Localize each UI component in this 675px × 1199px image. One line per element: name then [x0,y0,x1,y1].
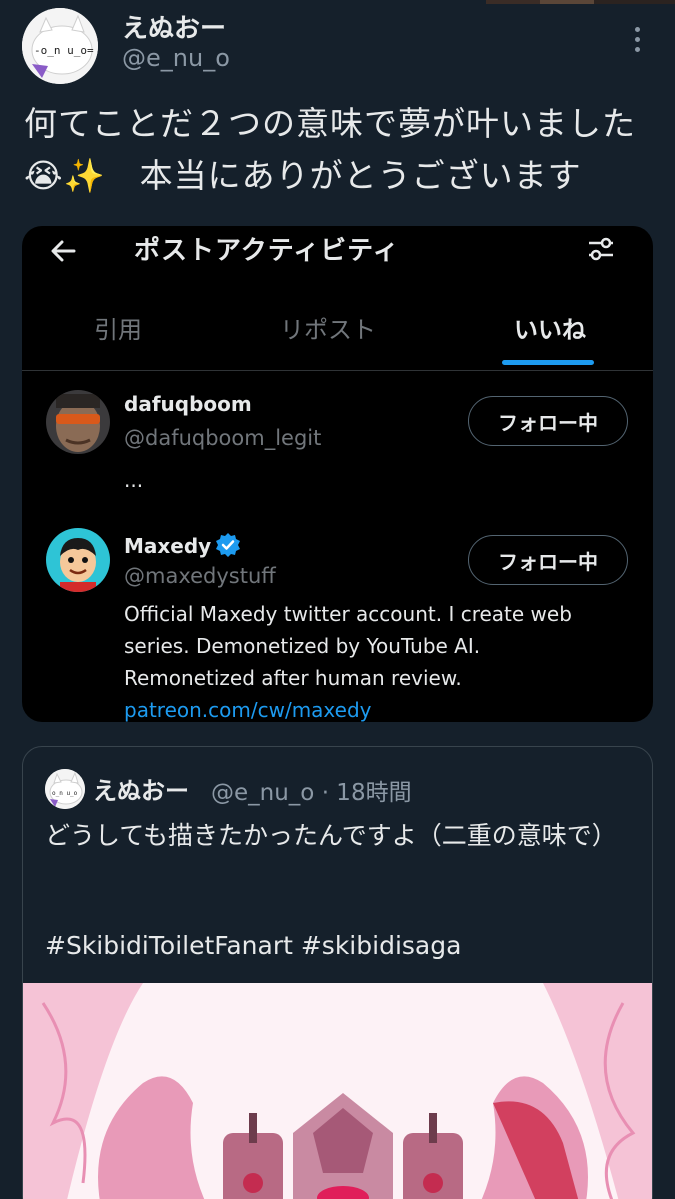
svg-text:o_n u_o: o_n u_o [52,790,78,797]
post-text-line2: 😭✨ 本当にありがとうございます [24,156,582,195]
user-name-text: Maxedy [124,534,212,558]
user-handle: @maxedystuff [124,564,276,588]
top-image-strip [0,0,675,4]
more-icon[interactable] [620,24,654,54]
filter-icon [589,237,613,261]
verified-icon [216,533,241,557]
quoted-post[interactable]: o_n u_o えぬおー @e_nu_o · 18時間 どうしても描きたかったん… [22,746,653,1199]
active-tab-indicator [502,360,594,365]
display-name[interactable]: えぬおー [122,8,226,45]
tab-bar: 引用 リポスト いいね [22,300,653,372]
bio-link[interactable]: patreon.com/cw/maxedy [124,694,572,722]
user-bio: ... [124,468,144,492]
divider [22,370,653,371]
user-handle: @dafuqboom_legit [124,426,322,450]
post-image-screenshot[interactable]: ポストアクティビティ 引用 リポスト いいね dafuqboom @dafuqb… [22,226,653,722]
svg-text:-o_n u_o=: -o_n u_o= [34,44,94,57]
hashtags[interactable]: #SkibidiToiletFanart #skibidisaga [45,931,461,960]
following-button[interactable]: フォロー中 [468,396,628,446]
user-name[interactable]: Maxedy [124,532,241,558]
tab-quotes[interactable]: 引用 [94,310,142,345]
post-text: 何てことだ２つの意味で夢が叶いました 😭✨ 本当にありがとうございます [24,98,654,202]
user-bio-line: Remonetized after human review. [124,666,462,690]
avatar[interactable] [46,390,110,454]
tab-likes[interactable]: いいね [514,310,586,345]
post-text-line1: 何てことだ２つの意味で夢が叶いました [24,104,636,143]
avatar[interactable]: -o_n u_o= [22,8,98,84]
screen-title: ポストアクティビティ [134,236,400,266]
handle[interactable]: @e_nu_o [122,44,230,72]
user-name[interactable]: dafuqboom [124,392,252,416]
user-bio-line: Official Maxedy twitter account. I creat… [124,602,572,626]
avatar[interactable]: o_n u_o [45,769,85,809]
tab-reposts[interactable]: リポスト [280,310,376,345]
handle-timestamp: @e_nu_o · 18時間 [211,780,412,806]
display-name: えぬおー [93,777,189,805]
quoted-text: どうしても描きたかったんですよ（二重の意味で） [45,821,617,850]
avatar[interactable] [46,528,110,592]
quoted-image[interactable] [23,983,652,1199]
back-arrow-icon [51,240,76,262]
user-bio: Official Maxedy twitter account. I creat… [124,598,572,722]
user-bio-line: series. Demonetized by YouTube AI. [124,634,481,658]
following-button[interactable]: フォロー中 [468,535,628,585]
